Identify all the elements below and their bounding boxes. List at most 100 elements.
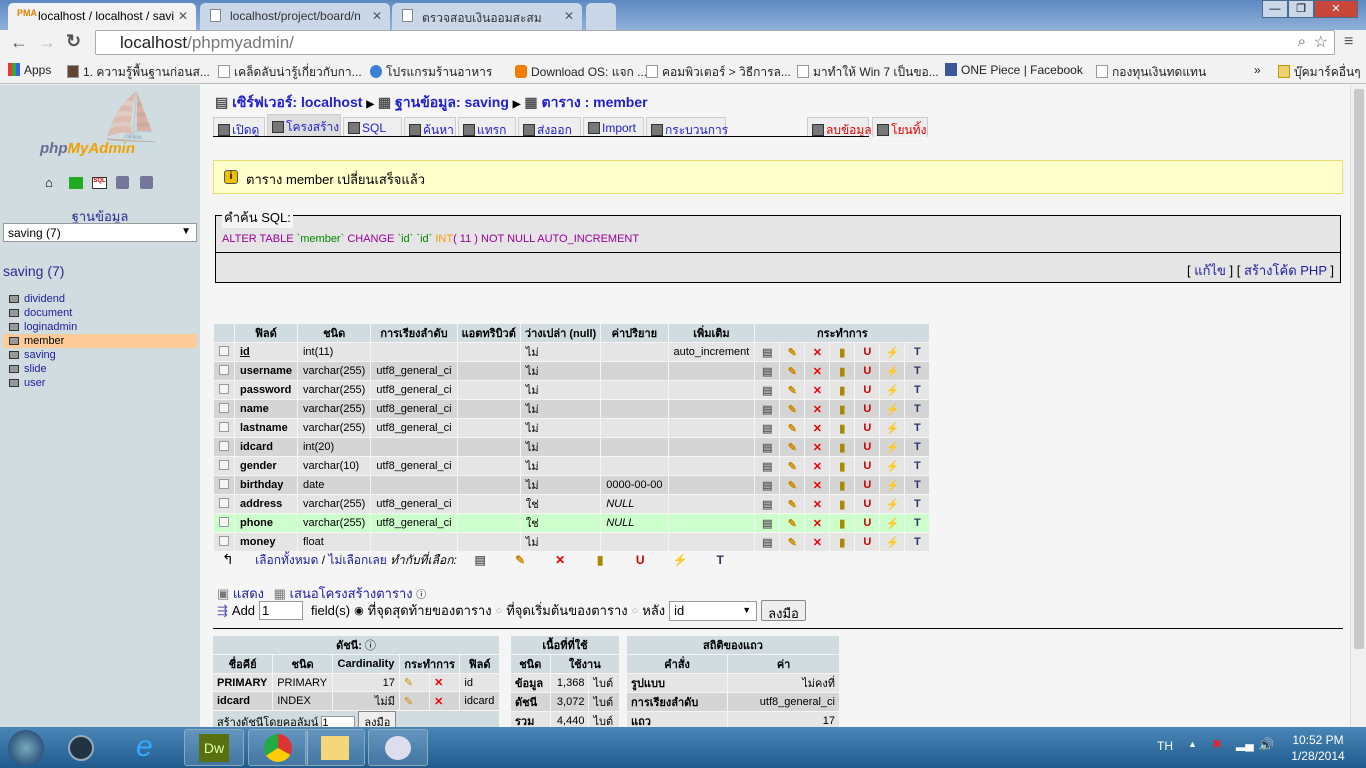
- tab-0[interactable]: เปิดดู: [213, 117, 265, 137]
- field-name[interactable]: idcard: [235, 438, 297, 456]
- fulltext-icon[interactable]: T: [905, 419, 929, 437]
- bulk-drop-icon[interactable]: ✕: [540, 553, 580, 567]
- close-tab-icon[interactable]: ✕: [564, 9, 574, 23]
- language-indicator[interactable]: TH: [1157, 739, 1173, 753]
- tab-1[interactable]: โครงสร้าง: [267, 114, 341, 137]
- browse-icon[interactable]: ▤: [755, 362, 779, 380]
- index-icon[interactable]: ⚡: [880, 343, 904, 361]
- browse-icon[interactable]: ▤: [755, 438, 779, 456]
- vertical-scrollbar[interactable]: [1350, 85, 1366, 727]
- unique-icon[interactable]: U: [855, 514, 879, 532]
- row-checkbox[interactable]: [214, 400, 234, 418]
- sidebar-table-document[interactable]: document: [3, 306, 197, 320]
- bookmark[interactable]: Download OS: แจก ...: [515, 63, 647, 82]
- help-icon[interactable]: ⓘ: [365, 640, 376, 652]
- field-name[interactable]: address: [235, 495, 297, 513]
- row-checkbox[interactable]: [214, 495, 234, 513]
- taskbar-app[interactable]: [248, 729, 308, 766]
- index-icon[interactable]: ⚡: [880, 533, 904, 551]
- close-tab-icon[interactable]: ✕: [372, 9, 382, 23]
- primary-key-icon[interactable]: ▮: [830, 457, 854, 475]
- drop-icon[interactable]: ✕: [430, 674, 459, 691]
- fulltext-icon[interactable]: T: [905, 457, 929, 475]
- show-hidden-icons[interactable]: ▲: [1188, 739, 1197, 749]
- row-checkbox[interactable]: [214, 438, 234, 456]
- fulltext-icon[interactable]: T: [905, 381, 929, 399]
- browse-icon[interactable]: ▤: [755, 419, 779, 437]
- sidebar-table-saving[interactable]: saving: [3, 348, 197, 362]
- propose-structure-link[interactable]: เสนอโครงสร้างตาราง: [290, 586, 413, 601]
- tab-6[interactable]: Import: [583, 117, 644, 137]
- row-checkbox[interactable]: [214, 343, 234, 361]
- row-checkbox[interactable]: [214, 381, 234, 399]
- radio-begin[interactable]: ○: [496, 605, 503, 617]
- exit-icon[interactable]: [69, 177, 83, 189]
- signal-icon[interactable]: ▂▄: [1236, 737, 1254, 751]
- browser-tab[interactable]: ตรวจสอบเงินออมสะสม ✕: [392, 3, 582, 30]
- row-checkbox[interactable]: [214, 362, 234, 380]
- unique-icon[interactable]: U: [855, 362, 879, 380]
- edit-icon[interactable]: ✎: [400, 692, 429, 710]
- maximize-button[interactable]: ❐: [1288, 0, 1314, 18]
- drop-icon[interactable]: ✕: [805, 362, 829, 380]
- index-icon[interactable]: ⚡: [880, 400, 904, 418]
- primary-key-icon[interactable]: ▮: [830, 419, 854, 437]
- fulltext-icon[interactable]: T: [905, 343, 929, 361]
- unique-icon[interactable]: U: [855, 457, 879, 475]
- index-icon[interactable]: ⚡: [880, 514, 904, 532]
- reload-icon[interactable]: ↻: [66, 31, 81, 52]
- browse-icon[interactable]: ▤: [755, 381, 779, 399]
- sidebar-table-member[interactable]: member: [3, 334, 197, 348]
- edit-icon[interactable]: ✎: [780, 476, 804, 494]
- menu-icon[interactable]: ≡: [1344, 33, 1353, 51]
- address-bar[interactable]: localhost/phpmyadmin/ ⌕ ☆: [95, 30, 1335, 55]
- check-all-link[interactable]: เลือกทั้งหมด: [255, 553, 318, 567]
- drop-icon[interactable]: ✕: [805, 381, 829, 399]
- browser-tab[interactable]: localhost/project/board/n ✕: [200, 3, 390, 30]
- bookmark[interactable]: เคล็ดลับน่ารู้เกี่ยวกับกา...: [218, 63, 362, 82]
- edit-icon[interactable]: ✎: [400, 674, 429, 691]
- browser-tab[interactable]: PMA localhost / localhost / savi ✕: [8, 3, 196, 30]
- edit-icon[interactable]: ✎: [780, 457, 804, 475]
- row-checkbox[interactable]: [214, 457, 234, 475]
- internet-explorer-icon[interactable]: e: [136, 730, 153, 764]
- fulltext-icon[interactable]: T: [905, 400, 929, 418]
- volume-icon[interactable]: 🔊: [1258, 737, 1274, 753]
- index-icon[interactable]: ⚡: [880, 362, 904, 380]
- sidebar-table-dividend[interactable]: dividend: [3, 292, 197, 306]
- bulk-primary-key-icon[interactable]: ▮: [580, 553, 620, 567]
- row-checkbox[interactable]: [214, 419, 234, 437]
- browse-icon[interactable]: ▤: [755, 533, 779, 551]
- primary-key-icon[interactable]: ▮: [830, 362, 854, 380]
- bookmark-apps[interactable]: Apps: [8, 63, 51, 77]
- fulltext-icon[interactable]: T: [905, 362, 929, 380]
- field-name[interactable]: gender: [235, 457, 297, 475]
- network-error-icon[interactable]: ✖: [1212, 737, 1222, 751]
- primary-key-icon[interactable]: ▮: [830, 514, 854, 532]
- tab-9[interactable]: โยนทิ้ง: [872, 117, 928, 137]
- bookmark[interactable]: 1. ความรู้พื้นฐานก่อนส...: [67, 63, 210, 82]
- unique-icon[interactable]: U: [855, 438, 879, 456]
- field-name[interactable]: name: [235, 400, 297, 418]
- browse-icon[interactable]: ▤: [755, 457, 779, 475]
- field-count-input[interactable]: 1: [259, 601, 304, 620]
- tab-8[interactable]: ลบข้อมูล: [807, 117, 872, 137]
- row-checkbox[interactable]: [214, 514, 234, 532]
- tab-4[interactable]: แทรก: [458, 117, 516, 137]
- edit-icon[interactable]: ✎: [780, 419, 804, 437]
- edit-icon[interactable]: ✎: [780, 514, 804, 532]
- help-icon[interactable]: [116, 176, 129, 189]
- primary-key-icon[interactable]: ▮: [830, 476, 854, 494]
- field-name[interactable]: phone: [235, 514, 297, 532]
- close-window-button[interactable]: ✕: [1314, 0, 1358, 18]
- field-name[interactable]: password: [235, 381, 297, 399]
- edit-icon[interactable]: ✎: [780, 495, 804, 513]
- primary-key-icon[interactable]: ▮: [830, 343, 854, 361]
- back-icon[interactable]: ←: [10, 32, 28, 53]
- primary-key-icon[interactable]: ▮: [830, 438, 854, 456]
- index-icon[interactable]: ⚡: [880, 381, 904, 399]
- print-view-link[interactable]: แสดง: [233, 586, 264, 601]
- fulltext-icon[interactable]: T: [905, 514, 929, 532]
- edit-icon[interactable]: ✎: [780, 381, 804, 399]
- forward-icon[interactable]: →: [38, 32, 56, 53]
